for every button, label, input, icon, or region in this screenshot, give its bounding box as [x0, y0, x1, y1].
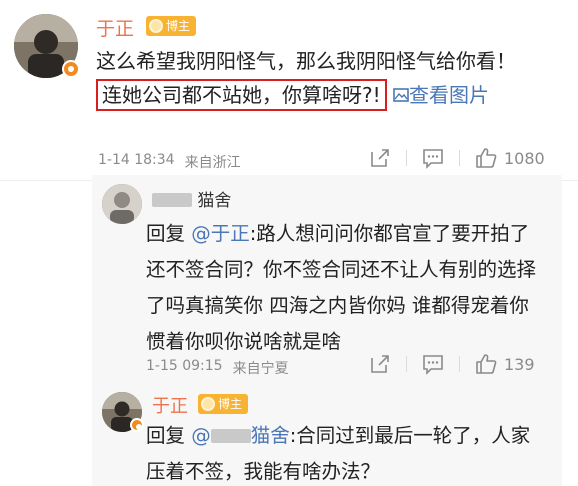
blogger-badge: 博主: [146, 16, 197, 36]
comment-icon[interactable]: [421, 352, 445, 376]
post-text-main: 这么希望我阴阳怪气，那么我阴阳怪气给你看！: [96, 49, 516, 73]
reply1-actions: 139: [368, 352, 535, 376]
post-meta: 1-14 18:34 来自浙江: [98, 152, 241, 172]
reply1-date: 1-15 09:15: [146, 358, 223, 374]
post-text: 这么希望我阴阳怪气，那么我阴阳怪气给你看！ 连她公司都不站她，你算啥呀?! 查看图…: [96, 44, 546, 112]
view-image-label-a: 查看: [409, 83, 449, 107]
mention-link[interactable]: @于正: [191, 222, 250, 245]
reply1-author-suffix: 猫舍: [197, 191, 232, 211]
mention-suffix: 猫舍: [250, 424, 290, 447]
like-icon[interactable]: [474, 352, 498, 376]
view-image-link[interactable]: 查看图片: [387, 83, 489, 107]
reply-prefix: 回复: [146, 222, 186, 245]
divider: [459, 150, 460, 166]
avatar-photo: [102, 184, 142, 224]
reply2-author[interactable]: 于正: [152, 392, 188, 418]
divider: [459, 356, 460, 372]
share-icon[interactable]: [368, 352, 392, 376]
blogger-badge-label: 博主: [166, 19, 191, 33]
view-image-label-b: 图片: [449, 83, 489, 107]
reply1-text: 回复 @于正:路人想问问你都官宣了要开拍了还不签合同？你不签合同还不让人有别的选…: [146, 216, 546, 360]
share-icon[interactable]: [368, 146, 392, 170]
verified-icon: [62, 60, 80, 78]
reply2-text: 回复 @ 猫舍:合同过到最后一轮了，人家压着不签，我能有啥办法？: [146, 418, 546, 486]
redacted-username: [210, 429, 251, 443]
divider: [406, 150, 407, 166]
post-date: 1-14 18:34: [98, 152, 175, 168]
post-author-name[interactable]: 于正: [96, 14, 134, 41]
reply1-avatar[interactable]: [102, 184, 142, 224]
reply-prefix: 回复: [146, 424, 186, 447]
post-location: 来自浙江: [184, 155, 241, 171]
image-icon: [393, 88, 409, 102]
reply1-location: 来自宁夏: [232, 361, 289, 377]
highlighted-quote: 连她公司都不站她，你算啥呀?!: [96, 79, 387, 111]
like-icon[interactable]: [474, 146, 498, 170]
reply1-like-count: 139: [504, 354, 535, 374]
post-actions: 1080: [368, 146, 545, 170]
reply1-meta: 1-15 09:15 来自宁夏: [146, 358, 289, 378]
mention-at: @: [191, 424, 211, 447]
verified-icon: [130, 418, 144, 432]
coin-icon: [201, 397, 215, 411]
comment-icon[interactable]: [421, 146, 445, 170]
reply1-author[interactable]: 猫舍: [152, 186, 231, 211]
redacted-username: [152, 193, 192, 207]
blogger-badge-label: 博主: [218, 397, 243, 411]
post-like-count: 1080: [504, 148, 545, 168]
coin-icon: [149, 19, 163, 33]
divider: [406, 356, 407, 372]
blogger-badge: 博主: [198, 394, 249, 414]
mention-link[interactable]: @ 猫舍: [191, 424, 290, 447]
